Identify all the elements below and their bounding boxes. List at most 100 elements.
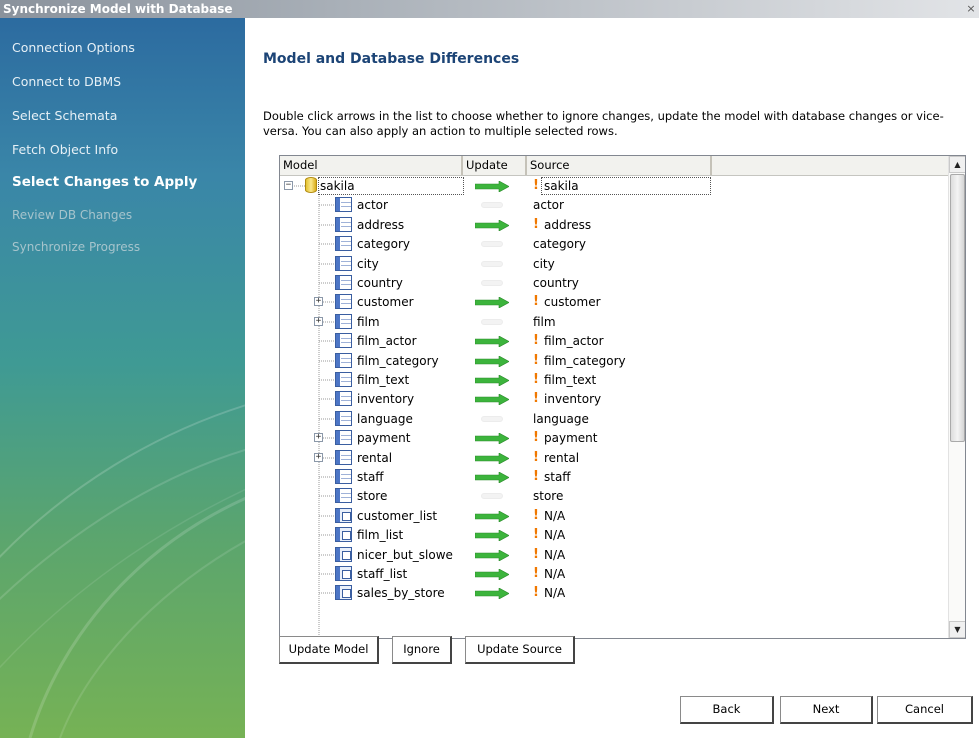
source-object-name: film_actor [544, 334, 604, 348]
database-icon [305, 177, 317, 193]
differences-tree-grid[interactable]: Model Update Source − sakila! sakila actor a… [279, 155, 966, 639]
arrow-right-icon[interactable] [475, 472, 509, 483]
table-row[interactable]: + rental! rental [280, 448, 948, 468]
collapse-icon[interactable]: − [284, 181, 293, 190]
no-change-indicator[interactable] [481, 416, 503, 422]
expand-icon[interactable]: + [314, 317, 323, 326]
table-row[interactable]: + customer! customer [280, 292, 948, 312]
window-title-bar: Synchronize Model with Database × [0, 0, 979, 18]
table-row[interactable]: film_actor! film_actor [280, 331, 948, 351]
arrow-right-icon[interactable] [475, 511, 509, 522]
warning-icon: ! [533, 430, 539, 445]
arrow-right-icon[interactable] [475, 453, 509, 464]
arrow-right-icon[interactable] [475, 433, 509, 444]
scroll-down-icon[interactable]: ▼ [949, 621, 965, 638]
model-object-name: film_text [357, 373, 410, 387]
ignore-button[interactable]: Ignore [392, 636, 452, 664]
table-row[interactable]: staff! staff [280, 467, 948, 487]
table-row[interactable]: film_category! film_category [280, 351, 948, 371]
table-row[interactable]: customer_list! N/A [280, 506, 948, 526]
table-icon [335, 314, 352, 329]
table-row[interactable]: sales_by_store! N/A [280, 583, 948, 603]
table-row[interactable]: actor actor [280, 195, 948, 215]
arrow-right-icon[interactable] [475, 220, 509, 231]
wizard-step-7: Synchronize Progress [12, 240, 141, 254]
warning-icon: ! [533, 585, 539, 600]
source-object-name: film_category [544, 354, 626, 368]
arrow-right-icon[interactable] [475, 569, 509, 580]
arrow-right-icon[interactable] [475, 336, 509, 347]
table-row[interactable]: nicer_but_slowe! N/A [280, 545, 948, 565]
update-model-button[interactable]: Update Model [279, 636, 379, 664]
table-row[interactable]: country country [280, 273, 948, 293]
table-row[interactable]: city city [280, 254, 948, 274]
expand-icon[interactable]: + [314, 433, 323, 442]
no-change-indicator[interactable] [481, 280, 503, 286]
table-icon [335, 333, 352, 348]
model-object-name: country [357, 276, 403, 290]
close-icon[interactable]: × [965, 0, 977, 18]
arrow-right-icon[interactable] [475, 297, 509, 308]
table-row[interactable]: address! address [280, 215, 948, 235]
arrow-right-icon[interactable] [475, 181, 509, 192]
table-icon [335, 294, 352, 309]
scroll-up-icon[interactable]: ▲ [949, 156, 965, 173]
column-header-source[interactable]: Source [527, 156, 712, 175]
schema-row[interactable]: − sakila! sakila [280, 176, 948, 196]
vertical-scrollbar[interactable]: ▲ ▼ [948, 156, 965, 638]
table-row[interactable]: film_list! N/A [280, 525, 948, 545]
arrow-right-icon[interactable] [475, 375, 509, 386]
warning-icon: ! [533, 391, 539, 406]
table-icon [335, 488, 352, 503]
expand-icon[interactable]: + [314, 297, 323, 306]
source-object-name: store [533, 489, 564, 503]
warning-icon: ! [533, 372, 539, 387]
no-change-indicator[interactable] [481, 241, 503, 247]
no-change-indicator[interactable] [481, 319, 503, 325]
expand-icon[interactable]: + [314, 453, 323, 462]
table-icon [335, 275, 352, 290]
column-header-model[interactable]: Model [280, 156, 463, 175]
cancel-button[interactable]: Cancel [877, 696, 973, 724]
back-button[interactable]: Back [680, 696, 774, 724]
scrollbar-thumb[interactable] [950, 174, 965, 442]
wizard-step-3: Select Schemata [12, 108, 118, 123]
warning-icon: ! [533, 217, 539, 232]
no-change-indicator[interactable] [481, 202, 503, 208]
source-object-name: customer [544, 295, 601, 309]
source-object-name: film [533, 315, 556, 329]
model-object-name: nicer_but_slowe [357, 548, 453, 562]
model-object-name: staff [357, 470, 384, 484]
no-change-indicator[interactable] [481, 493, 503, 499]
arrow-right-icon[interactable] [475, 530, 509, 541]
source-object-name: country [533, 276, 579, 290]
table-icon [335, 256, 352, 271]
model-object-name: address [357, 218, 405, 232]
arrow-right-icon[interactable] [475, 356, 509, 367]
arrow-right-icon[interactable] [475, 550, 509, 561]
arrow-right-icon[interactable] [475, 588, 509, 599]
table-row[interactable]: inventory! inventory [280, 389, 948, 409]
arrow-right-icon[interactable] [475, 394, 509, 405]
grid-rows: − sakila! sakila actor actor address! address c… [280, 176, 948, 638]
table-row[interactable]: + payment! payment [280, 428, 948, 448]
column-header-update[interactable]: Update [463, 156, 527, 175]
no-change-indicator[interactable] [481, 261, 503, 267]
model-object-name: film_list [357, 528, 404, 542]
update-source-button[interactable]: Update Source [465, 636, 575, 664]
table-row[interactable]: + film film [280, 312, 948, 332]
warning-icon: ! [533, 333, 539, 348]
table-icon [335, 236, 352, 251]
model-object-name: film_category [357, 354, 439, 368]
table-row[interactable]: language language [280, 409, 948, 429]
model-object-name: sales_by_store [357, 586, 445, 600]
table-row[interactable]: film_text! film_text [280, 370, 948, 390]
warning-icon: ! [533, 566, 539, 581]
wizard-step-5: Select Changes to Apply [12, 174, 198, 190]
table-row[interactable]: staff_list! N/A [280, 564, 948, 584]
table-row[interactable]: store store [280, 486, 948, 506]
next-button[interactable]: Next [780, 696, 873, 724]
selection-focus-box [318, 177, 464, 195]
view-icon [335, 547, 352, 562]
table-row[interactable]: category category [280, 234, 948, 254]
